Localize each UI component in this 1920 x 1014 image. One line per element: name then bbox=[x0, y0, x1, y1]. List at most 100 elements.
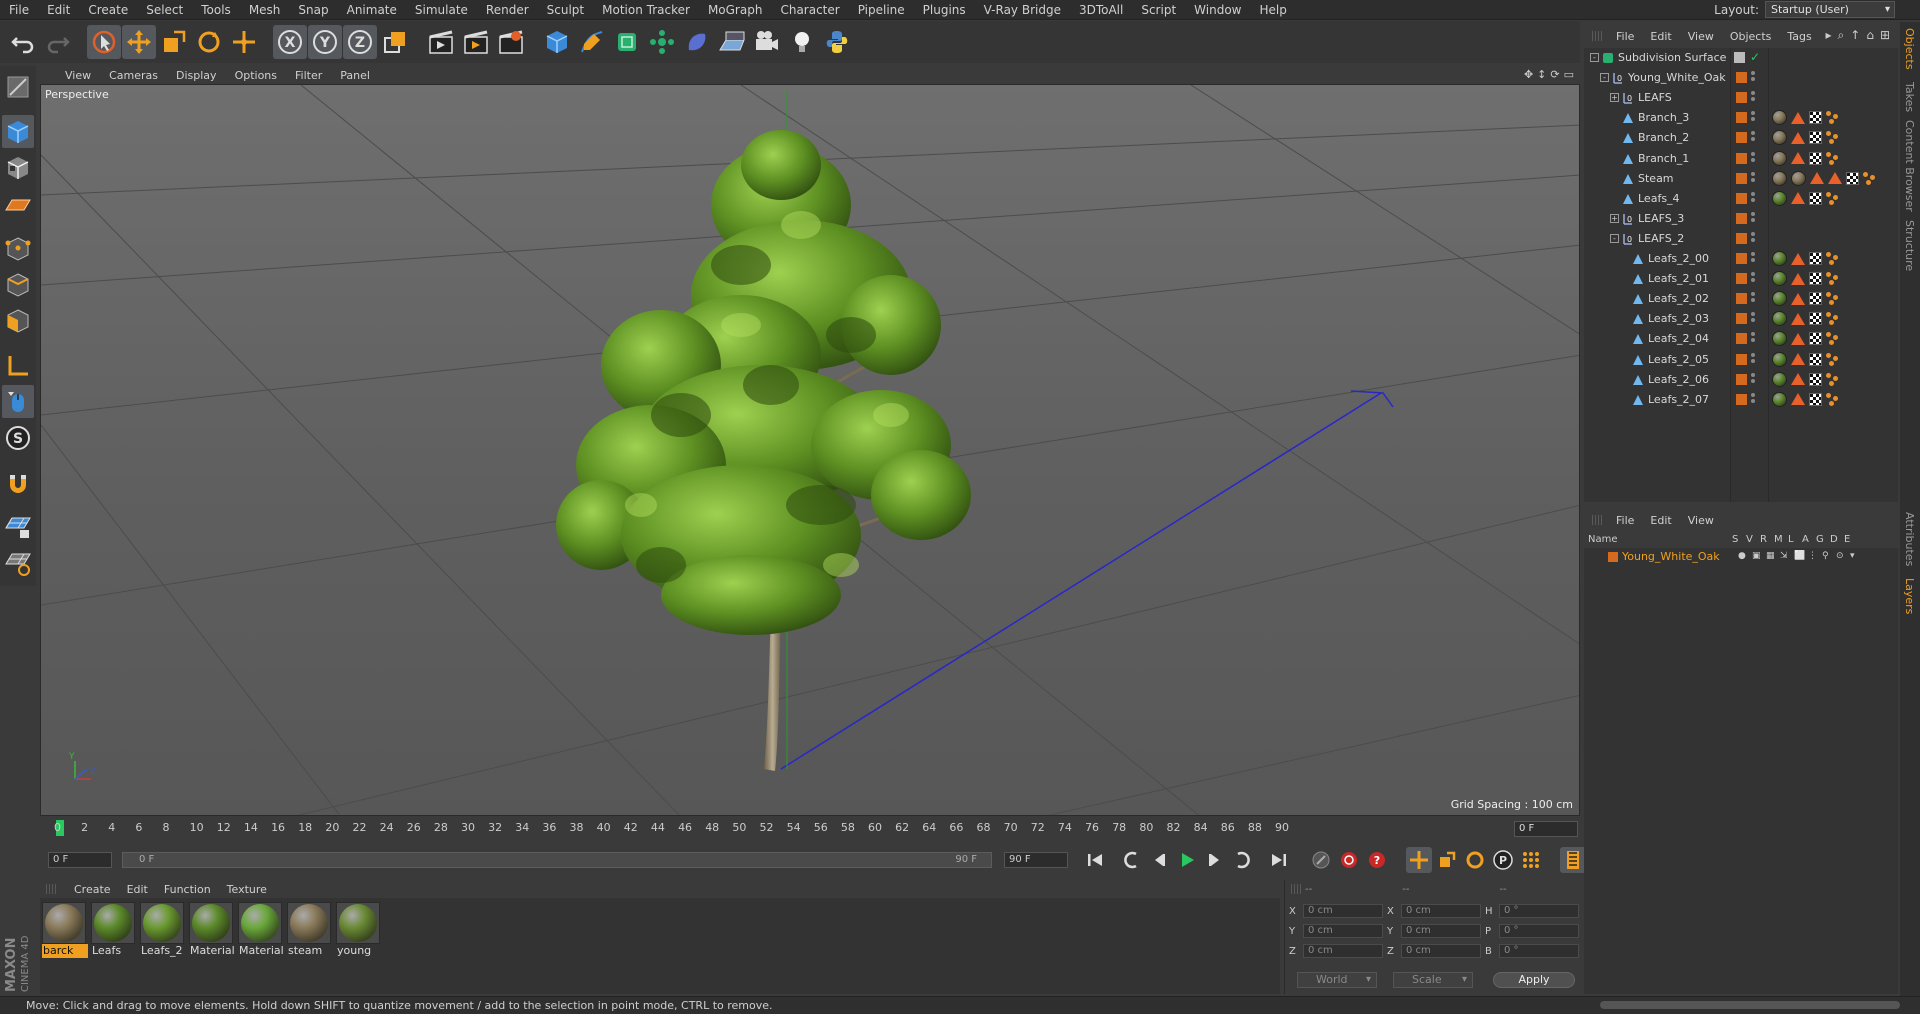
layer-toggle-icon[interactable]: ▣ bbox=[1752, 551, 1762, 561]
uvw-tag-icon[interactable] bbox=[1809, 312, 1822, 326]
selection-tag-icon[interactable] bbox=[1826, 292, 1839, 306]
phong-tag-icon[interactable] bbox=[1791, 111, 1805, 124]
phong-tag-icon[interactable] bbox=[1791, 292, 1805, 305]
object-row[interactable]: Leafs_2_04 bbox=[1584, 329, 1898, 349]
layer-column-s[interactable]: S bbox=[1732, 534, 1738, 545]
polygons-mode-button[interactable] bbox=[2, 304, 34, 337]
object-row[interactable]: Leafs_2_01 bbox=[1584, 269, 1898, 289]
layer-column-e[interactable]: E bbox=[1844, 534, 1850, 545]
selection-tag-icon[interactable] bbox=[1826, 332, 1839, 346]
end-frame-field[interactable]: 90 F bbox=[1004, 852, 1068, 868]
menu-v-ray-bridge[interactable]: V-Ray Bridge bbox=[975, 0, 1070, 20]
add-pen-spline-button[interactable] bbox=[575, 25, 609, 59]
material-tag-icon[interactable] bbox=[1772, 170, 1787, 186]
layer-color-swatch[interactable] bbox=[1736, 333, 1747, 345]
selection-tag-icon[interactable] bbox=[1826, 352, 1839, 366]
phong-tag-icon[interactable] bbox=[1791, 192, 1805, 205]
layer-column-g[interactable]: G bbox=[1816, 534, 1824, 545]
layer-toggle-icon[interactable]: ▾ bbox=[1850, 551, 1860, 561]
uvw-tag-icon[interactable] bbox=[1809, 372, 1822, 386]
coordinate-field[interactable]: 0 cm bbox=[1401, 904, 1481, 918]
visibility-toggle[interactable] bbox=[1751, 191, 1755, 206]
menu-render[interactable]: Render bbox=[477, 0, 538, 20]
visibility-toggle[interactable] bbox=[1751, 131, 1755, 145]
texture-mode-button[interactable] bbox=[2, 151, 34, 184]
material-menu-texture[interactable]: Texture bbox=[219, 883, 275, 896]
object-row[interactable]: Leafs_2_00 bbox=[1584, 249, 1898, 269]
solo-button[interactable]: S bbox=[2, 421, 34, 454]
object-menu-view[interactable]: View bbox=[1680, 30, 1722, 43]
menu-pipeline[interactable]: Pipeline bbox=[849, 0, 914, 20]
visibility-toggle[interactable] bbox=[1751, 71, 1755, 85]
object-row[interactable]: Leafs_2_02 bbox=[1584, 289, 1898, 309]
object-row[interactable]: +0 LEAFS_3 bbox=[1584, 209, 1898, 229]
layer-color-swatch[interactable] bbox=[1736, 112, 1747, 124]
layer-color-swatch[interactable] bbox=[1736, 253, 1747, 264]
phong-tag-icon[interactable] bbox=[1791, 353, 1805, 365]
rotate-view-icon[interactable]: ⟳ bbox=[1550, 68, 1559, 81]
expand-toggle[interactable]: - bbox=[1590, 53, 1599, 62]
material-tag-icon[interactable] bbox=[1772, 251, 1787, 266]
coordinate-field[interactable]: 0 cm bbox=[1303, 904, 1383, 918]
selection-tag-icon[interactable] bbox=[1826, 131, 1839, 145]
selection-tag-icon[interactable] bbox=[1826, 191, 1839, 205]
coordinate-system-button[interactable] bbox=[378, 25, 412, 59]
scale-tool-button[interactable] bbox=[157, 25, 191, 59]
object-menu-file[interactable]: File bbox=[1608, 30, 1642, 43]
layer-color-swatch[interactable] bbox=[1608, 552, 1618, 562]
uvw-tag-icon[interactable] bbox=[1809, 352, 1822, 366]
object-row[interactable]: -0 Young_White_Oak bbox=[1584, 68, 1898, 88]
side-tab-objects[interactable]: Objects bbox=[1903, 28, 1916, 70]
editor-render-toggle[interactable] bbox=[1734, 52, 1745, 63]
previous-frame-button[interactable] bbox=[1146, 847, 1172, 873]
live-selection-button[interactable] bbox=[87, 25, 121, 59]
selection-tag-icon[interactable] bbox=[1826, 392, 1839, 406]
layer-menu-edit[interactable]: Edit bbox=[1642, 514, 1679, 527]
python-script-button[interactable] bbox=[820, 25, 854, 59]
material-tag-icon[interactable] bbox=[1772, 391, 1787, 407]
search-icon[interactable]: ⌕ bbox=[1838, 28, 1845, 43]
expand-toggle[interactable]: + bbox=[1610, 93, 1619, 103]
current-frame-field[interactable]: 0 F bbox=[1514, 821, 1578, 837]
object-row[interactable]: Leafs_2_05 bbox=[1584, 350, 1898, 370]
menu-motion-tracker[interactable]: Motion Tracker bbox=[593, 0, 699, 20]
arrow-right-icon[interactable]: ▸ bbox=[1825, 28, 1831, 43]
layer-column-l[interactable]: L bbox=[1788, 534, 1794, 545]
up-icon[interactable]: ↑ bbox=[1850, 28, 1860, 43]
layer-column-name[interactable]: Name bbox=[1588, 534, 1618, 545]
object-row[interactable]: Leafs_2_03 bbox=[1584, 309, 1898, 329]
uvw-tag-icon[interactable] bbox=[1809, 272, 1822, 286]
layer-toggle-icon[interactable]: ⬜ bbox=[1794, 551, 1805, 561]
object-row[interactable]: Steam bbox=[1584, 169, 1898, 189]
uvw-tag-icon[interactable] bbox=[1809, 332, 1822, 346]
phong-tag-icon[interactable] bbox=[1810, 172, 1824, 185]
3d-viewport[interactable]: Y Z Perspective Grid Spacing : 100 cm bbox=[40, 84, 1580, 816]
phong-tag-icon[interactable] bbox=[1791, 312, 1805, 325]
object-menu-objects[interactable]: Objects bbox=[1722, 30, 1780, 43]
object-menu-edit[interactable]: Edit bbox=[1642, 30, 1679, 43]
layer-column-m[interactable]: M bbox=[1774, 534, 1783, 545]
locked-workplane-button[interactable] bbox=[2, 511, 34, 544]
object-row[interactable]: Leafs_4 bbox=[1584, 189, 1898, 209]
object-row[interactable]: Leafs_2_06 bbox=[1584, 370, 1898, 390]
add-array-button[interactable] bbox=[645, 25, 679, 59]
side-tab-content-browser[interactable]: Content Browser bbox=[1903, 120, 1916, 212]
key-scale-button[interactable] bbox=[1434, 847, 1460, 873]
start-frame-field[interactable]: 0 F bbox=[48, 852, 112, 868]
preview-range-slider[interactable]: 0 F 90 F bbox=[122, 852, 992, 868]
x-axis-lock-button[interactable]: X bbox=[273, 25, 307, 59]
coordinate-field[interactable]: 0 ° bbox=[1499, 904, 1579, 918]
layer-toggle-icon[interactable]: ⇲ bbox=[1780, 551, 1790, 561]
visibility-toggle[interactable] bbox=[1751, 252, 1755, 266]
material-tag-icon[interactable] bbox=[1772, 371, 1787, 387]
layout-dropdown[interactable]: Startup (User) bbox=[1765, 1, 1895, 18]
menu-mograph[interactable]: MoGraph bbox=[699, 0, 772, 20]
visibility-toggle[interactable] bbox=[1751, 91, 1755, 105]
side-tab-layers[interactable]: Layers bbox=[1903, 578, 1916, 614]
material-menu-create[interactable]: Create bbox=[66, 883, 119, 896]
side-tab-structure[interactable]: Structure bbox=[1903, 220, 1916, 271]
coordinate-field[interactable]: 0 cm bbox=[1303, 924, 1383, 938]
visibility-toggle[interactable] bbox=[1751, 332, 1755, 346]
add-camera-button[interactable] bbox=[750, 25, 784, 59]
transform-tool-button[interactable] bbox=[227, 25, 261, 59]
